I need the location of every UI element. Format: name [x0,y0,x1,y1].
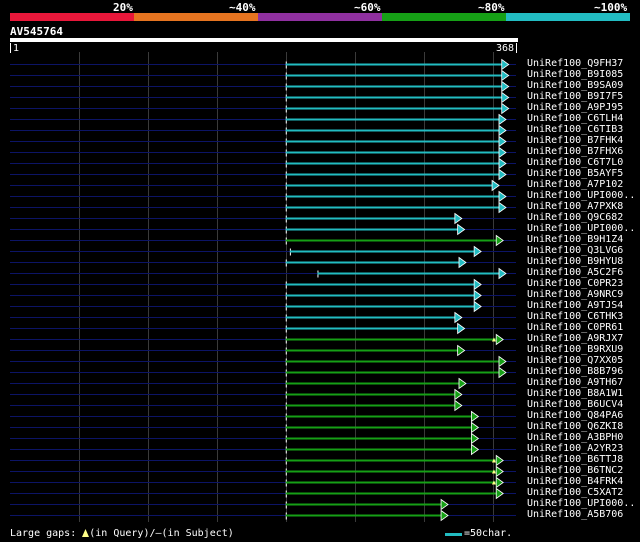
hit-label[interactable]: UniRef100_B9I7F5 [527,91,623,102]
hit-label[interactable]: UniRef100_Q6ZKI8 [527,421,623,432]
hit-arrow-icon [473,245,482,258]
hit-label[interactable]: UniRef100_Q84PA6 [527,410,623,421]
hit-arrow-icon [495,234,504,247]
hit-label[interactable]: UniRef100_B9I085 [527,69,623,80]
hit-arrow-icon [473,289,482,302]
hit-arrow-icon [440,498,449,511]
hit-label[interactable]: UniRef100_UPI000.. [527,190,635,201]
hit-label[interactable]: UniRef100_C6TIB3 [527,124,623,135]
hit-arrow-icon [470,421,480,434]
hit-label[interactable]: UniRef100_C5XAT2 [527,487,623,498]
hit-label[interactable]: UniRef100_B4FRK4 [527,476,623,487]
hit-arrow-icon [454,311,463,324]
hit-arrow-icon [458,256,467,269]
hit-label[interactable]: UniRef100_B7FHX6 [527,146,623,157]
hit-label[interactable]: UniRef100_A9RJX7 [527,333,623,344]
hit-label[interactable]: UniRef100_B9HYU8 [527,256,623,267]
hit-label[interactable]: UniRef100_A5B706 [527,509,623,520]
hit-label[interactable]: UniRef100_A9PJ95 [527,102,623,113]
hit-label[interactable]: UniRef100_B9SA09 [527,80,623,91]
hit-label[interactable]: UniRef100_Q9FH37 [527,58,623,69]
hit-label[interactable]: UniRef100_A7PXK8 [527,201,623,212]
hit-arrow-icon [498,135,507,148]
hit-arrow-icon [498,157,507,170]
hit-arrow-icon [495,454,504,467]
hit-arrow-icon [457,223,466,236]
hit-label[interactable]: UniRef100_A9NRC9 [527,289,623,300]
hit-arrow-icon [454,399,463,412]
hit-label[interactable]: UniRef100_A9TJS4 [527,300,623,311]
hit-label[interactable]: UniRef100_B5AYF5 [527,168,623,179]
gap-in-subject-text: (in Subject) [161,528,234,539]
hit-arrow-icon [473,300,482,313]
hit-arrow-icon [495,333,504,346]
hit-arrow-icon [470,443,480,456]
hit-label[interactable]: UniRef100_Q7XX05 [527,355,623,366]
hit-arrow-icon [470,410,480,423]
hit-arrow-icon [498,201,507,214]
hit-label[interactable]: UniRef100_B7FHK4 [527,135,623,146]
hit-label[interactable]: UniRef100_B6UCV4 [527,399,623,410]
hit-label[interactable]: UniRef100_A3BPH0 [527,432,623,443]
gap-legend: Large gaps: (in Query)/—(in Subject) [10,528,234,539]
scale-legend-text: =50char. [464,528,513,539]
hit-label[interactable]: UniRef100_C6TLH4 [527,113,623,124]
hit-arrow-icon [498,124,507,137]
hit-arrow-icon [454,388,463,401]
hit-label[interactable]: UniRef100_UPI000.. [527,498,635,509]
hit-arrow-icon [457,344,466,357]
hit-arrow-icon [454,212,463,225]
hit-label[interactable]: UniRef100_Q9C682 [527,212,623,223]
hit-arrow-icon [501,69,510,82]
gap-in-query-text: (in Query)/ [89,528,156,539]
hit-label[interactable]: UniRef100_B9H1Z4 [527,234,623,245]
hit-arrow-icon [498,267,507,280]
hit-arrow-icon [501,58,510,71]
hit-arrow-icon [470,432,480,445]
scale-legend-line [445,533,462,536]
hit-arrow-icon [440,509,449,522]
hit-arrow-icon [491,179,500,192]
hit-label[interactable]: UniRef100_C6THK3 [527,311,623,322]
hit-arrow-icon [457,322,466,335]
hit-label[interactable]: UniRef100_A7P102 [527,179,623,190]
hit-label[interactable]: UniRef100_Q3LVG6 [527,245,623,256]
hit-arrow-icon [498,168,507,181]
hit-label[interactable]: UniRef100_B8B796 [527,366,623,377]
hit-arrow-icon [498,355,507,368]
hit-label[interactable]: UniRef100_UPI000.. [527,223,635,234]
triangle-up-icon [82,529,90,537]
hit-label[interactable]: UniRef100_C0PR23 [527,278,623,289]
hit-arrow-icon [458,377,467,390]
hit-arrow-icon [498,366,507,379]
hit-arrow-icon [495,465,504,478]
hit-arrow-icon [501,91,510,104]
hit-label[interactable]: UniRef100_B6TNC2 [527,465,623,476]
hit-label[interactable]: UniRef100_C6T7L0 [527,157,623,168]
gaps-label: Large gaps: [10,528,77,539]
hit-arrow-icon [501,80,510,93]
hit-arrow-icon [498,190,507,203]
hit-label[interactable]: UniRef100_A9TH67 [527,377,623,388]
hit-arrow-icon [498,113,507,126]
hit-label[interactable]: UniRef100_B8A1W1 [527,388,623,399]
hit-arrow-icon [498,146,507,159]
hit-label[interactable]: UniRef100_B9RXU9 [527,344,623,355]
blast-graphic-overview: 20% ~40% ~60% ~80% ~100% AV545764 1 368 … [0,0,640,542]
hit-arrow-icon [495,476,504,489]
hit-label[interactable]: UniRef100_A2YR23 [527,443,623,454]
hit-arrow-icon [495,487,504,500]
hit-label[interactable]: UniRef100_B6TTJ8 [527,454,623,465]
hit-arrow-icon [473,278,482,291]
hit-label[interactable]: UniRef100_C0PR61 [527,322,623,333]
hit-arrow-icon [501,102,510,115]
hit-label[interactable]: UniRef100_A5C2F6 [527,267,623,278]
